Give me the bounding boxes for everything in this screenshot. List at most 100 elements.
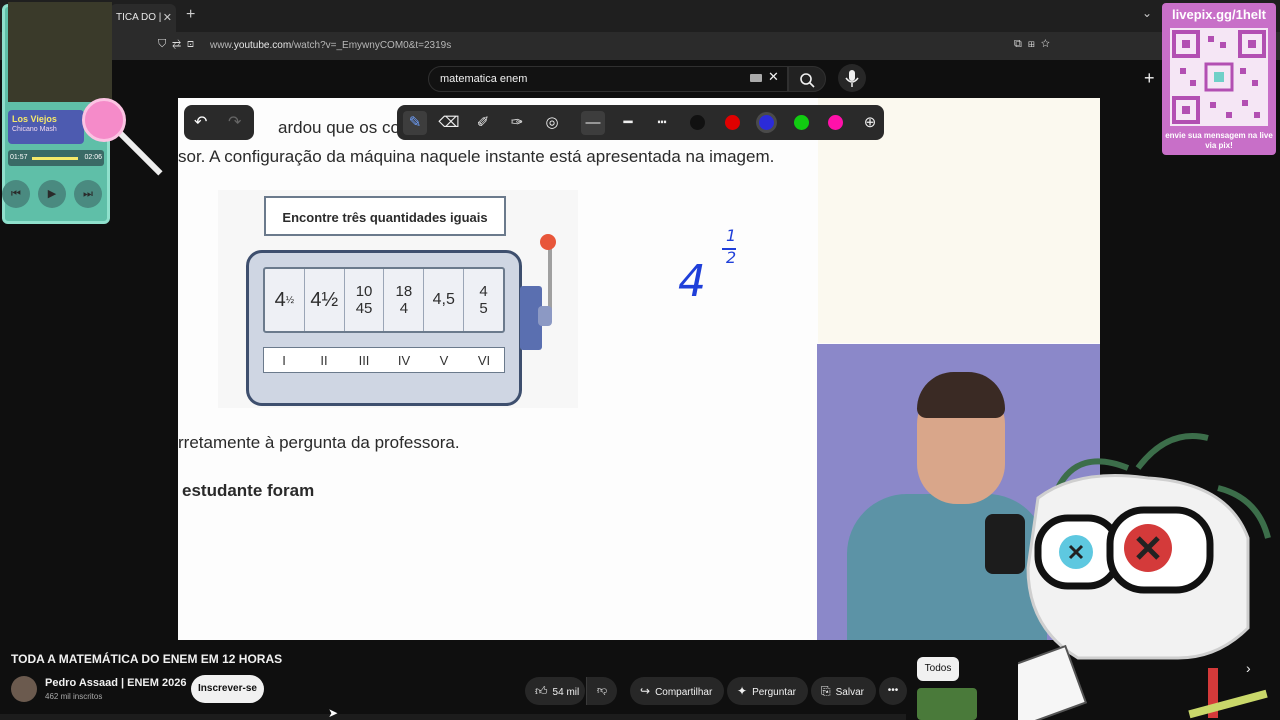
question-line-3: rretamente à pergunta da professora. bbox=[178, 433, 460, 452]
more-actions-button[interactable]: ••• bbox=[879, 677, 907, 705]
color-blue-swatch[interactable] bbox=[759, 115, 774, 130]
track-info: Los Viejos Chicano Mash bbox=[8, 110, 84, 144]
url-path: /watch?v=_EmywnyCOM0&t=2319s bbox=[291, 40, 452, 51]
livepix-message: envie sua mensagem na live via pix! bbox=[1165, 131, 1273, 150]
chevron-right-icon[interactable]: › bbox=[1246, 660, 1251, 676]
add-color-icon[interactable]: ⊕ bbox=[858, 111, 882, 135]
reel-2: 4½ bbox=[305, 269, 345, 331]
dislike-button[interactable]: 👎︎ bbox=[586, 677, 618, 705]
question-line-2: sor. A configuração da máquina naquele i… bbox=[178, 147, 775, 166]
color-black-swatch[interactable] bbox=[690, 115, 705, 130]
drawing-toolbar: ✎ ⌫ ✐ ✑ ◎ — ━ ┅ ⊕ bbox=[397, 105, 884, 140]
track-progress: 01:57 02:06 bbox=[8, 150, 104, 166]
laser-pointer-icon[interactable]: ◎ bbox=[540, 111, 564, 135]
url-field[interactable]: www.youtube.com/watch?v=_EmywnyCOM0&t=23… bbox=[210, 40, 451, 51]
browser-tab-bar: TICA DO | ✕ + ⌄ bbox=[0, 0, 1280, 32]
lever-knob bbox=[538, 306, 552, 326]
livepix-url: livepix.gg/1helt bbox=[1172, 7, 1266, 22]
thin-line-icon[interactable]: — bbox=[581, 111, 605, 135]
mouse-cursor-icon: ➤ bbox=[328, 706, 339, 720]
chip-all[interactable]: Todos bbox=[917, 657, 959, 681]
thumbs-down-icon: 👎︎ bbox=[597, 685, 608, 696]
time-total: 02:06 bbox=[84, 154, 102, 161]
thick-line-icon[interactable]: ━ bbox=[616, 111, 640, 135]
save-button[interactable]: ⎘ Salvar bbox=[811, 677, 876, 705]
microphone-icon bbox=[845, 70, 859, 87]
subscribe-button[interactable]: Inscrever-se bbox=[191, 675, 264, 703]
voice-search-button[interactable] bbox=[838, 64, 866, 92]
address-bar: ⛉⇄⊡ www.youtube.com/watch?v=_EmywnyCOM0&… bbox=[0, 32, 1280, 60]
highlighter-icon[interactable]: ✑ bbox=[505, 111, 529, 135]
color-red-swatch[interactable] bbox=[725, 115, 740, 130]
thumbs-up-icon: 👍︎ bbox=[535, 684, 548, 698]
comments-divider bbox=[0, 714, 906, 720]
marker-icon[interactable]: ✐ bbox=[471, 111, 495, 135]
qr-code-icon bbox=[1172, 30, 1266, 124]
color-pink-swatch[interactable] bbox=[828, 115, 843, 130]
music-player-overlay: Los Viejos Chicano Mash 01:57 02:06 ⏮ ▶ … bbox=[0, 0, 175, 228]
qr-code bbox=[1170, 28, 1268, 126]
slot-machine-figure: Encontre três quantidades iguais 4½ 4½ 1… bbox=[218, 190, 578, 408]
color-green-swatch[interactable] bbox=[794, 115, 809, 130]
reel-1: 4½ bbox=[265, 269, 305, 331]
lever-ball bbox=[540, 234, 556, 250]
url-domain: youtube.com bbox=[233, 40, 292, 51]
reel-6: 45 bbox=[479, 283, 488, 317]
track-title: Los Viejos bbox=[12, 114, 57, 124]
track-artist: Chicano Mash bbox=[12, 126, 57, 133]
search-input[interactable]: matematica enem bbox=[428, 66, 788, 92]
channel-avatar[interactable] bbox=[11, 676, 37, 702]
channel-name[interactable]: Pedro Assaad | ENEM 2026 bbox=[45, 677, 186, 689]
like-button[interactable]: 👍︎ 54 mil bbox=[525, 677, 586, 705]
subscriber-count: 462 mil inscritos bbox=[45, 692, 103, 701]
reel-4: 18 4 bbox=[384, 269, 425, 331]
share-label: Compartilhar bbox=[655, 687, 713, 698]
dashed-line-icon[interactable]: ┅ bbox=[650, 111, 674, 135]
album-art bbox=[8, 2, 112, 102]
new-tab-icon[interactable]: + bbox=[186, 6, 195, 24]
address-actions-icons[interactable]: ⧉⊞☆ bbox=[1014, 38, 1056, 51]
presenter-hair bbox=[917, 372, 1005, 418]
numeral: VI bbox=[477, 353, 491, 368]
tab-list-chevron-icon[interactable]: ⌄ bbox=[1142, 6, 1152, 20]
lollipop-icon bbox=[82, 98, 126, 142]
time-current: 01:57 bbox=[10, 154, 28, 161]
pen-icon[interactable]: ✎ bbox=[403, 111, 427, 135]
eraser-icon[interactable]: ⌫ bbox=[437, 111, 461, 135]
bookmark-icon: ⎘ bbox=[821, 684, 831, 698]
video-title: TODA A MATEMÁTICA DO ENEM EM 12 HORAS bbox=[11, 652, 283, 666]
numeral: V bbox=[439, 353, 449, 368]
screen: TICA DO | ✕ + ⌄ ⛉⇄⊡ www.youtube.com/watc… bbox=[0, 0, 1280, 720]
clear-search-icon[interactable]: ✕ bbox=[768, 69, 779, 85]
machine-body: 4½ 4½ 10 45 18 4 4,5 45 I II III IV V VI bbox=[246, 250, 522, 406]
numeral: I bbox=[282, 353, 286, 368]
undo-icon[interactable]: ↶ bbox=[194, 112, 207, 132]
numeral: II bbox=[320, 353, 328, 368]
reel-3: 10 45 bbox=[345, 269, 385, 331]
search-icon bbox=[800, 73, 815, 88]
related-video-thumbnail[interactable] bbox=[917, 688, 977, 720]
sparkle-icon: ✦ bbox=[737, 684, 748, 698]
machine-reels: 4½ 4½ 10 45 18 4 4,5 45 bbox=[263, 267, 505, 333]
share-button[interactable]: ↪ Compartilhar bbox=[630, 677, 725, 705]
numeral: III bbox=[358, 353, 370, 368]
share-icon: ↪ bbox=[640, 684, 651, 698]
redo-icon[interactable]: ↷ bbox=[228, 112, 241, 132]
next-icon: ⏭ bbox=[74, 180, 102, 208]
search-value: matematica enem bbox=[440, 73, 528, 85]
create-plus-icon[interactable]: + bbox=[1144, 68, 1155, 89]
question-line-4: estudante foram bbox=[182, 481, 315, 500]
question-line-1: ardou que os com bbox=[278, 118, 415, 137]
ask-label: Perguntar bbox=[752, 687, 796, 698]
keyboard-icon[interactable] bbox=[750, 74, 762, 82]
pixel-mascot-overlay bbox=[988, 428, 1280, 720]
more-icon: ••• bbox=[887, 685, 899, 696]
undo-redo-toolbar: ↶ ↷ bbox=[184, 105, 254, 140]
like-count: 54 mil bbox=[552, 687, 580, 698]
ask-button[interactable]: ✦ Perguntar bbox=[727, 677, 808, 705]
url-prefix: www. bbox=[210, 40, 234, 51]
progress-bar bbox=[32, 157, 78, 160]
search-button[interactable] bbox=[788, 66, 826, 92]
lollipop-stick bbox=[115, 128, 163, 176]
mascot-icon bbox=[988, 433, 1271, 720]
